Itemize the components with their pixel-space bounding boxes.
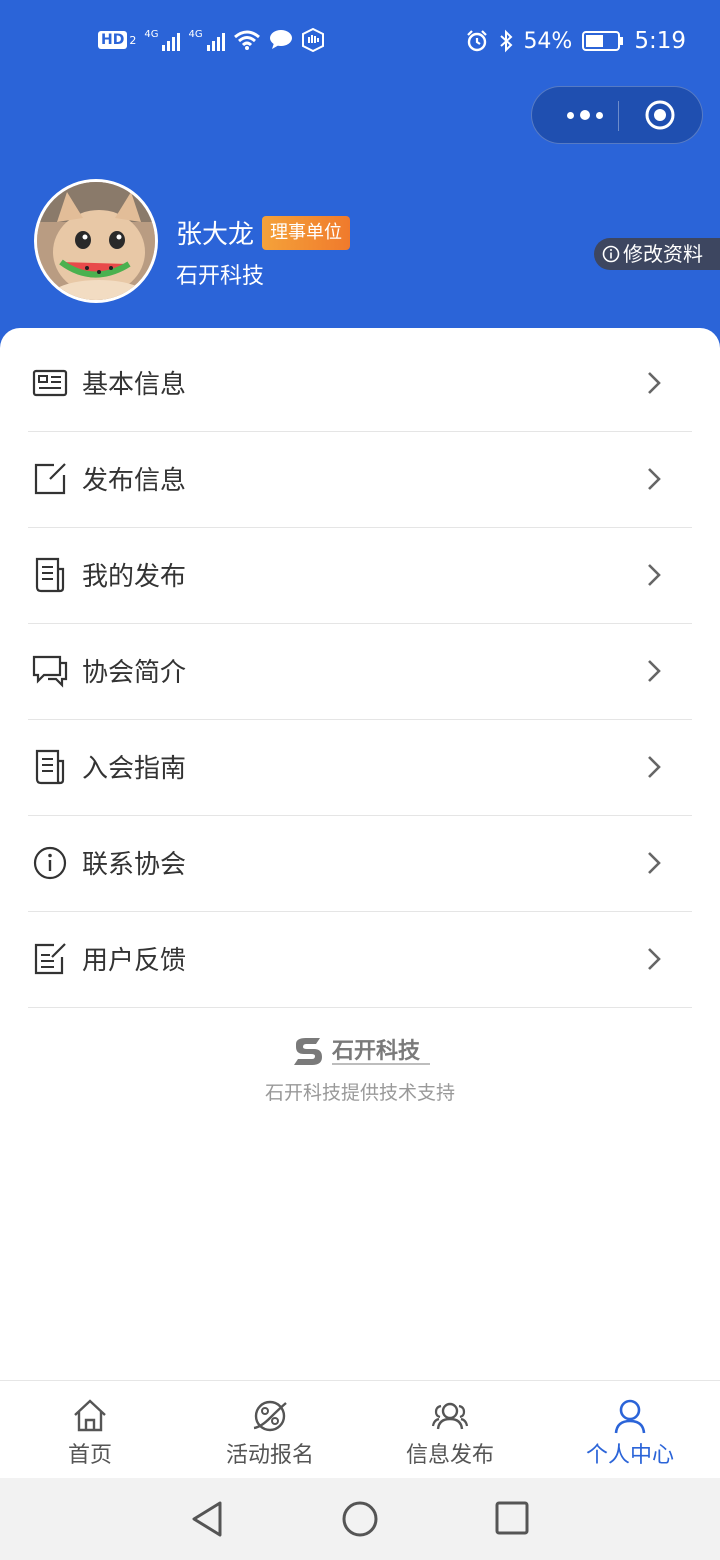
tab-label: 首页: [67, 1443, 112, 1468]
capsule-divider: [618, 101, 619, 131]
status-right: 54% 5:19: [465, 28, 686, 54]
tech-support-text: 石开科技提供技术支持: [264, 1082, 455, 1104]
menu-item-publish-info[interactable]: 发布信息: [28, 432, 692, 528]
avatar[interactable]: [34, 179, 158, 303]
status-bar: HD 2 4G 4G 54% 5:19: [0, 0, 720, 88]
chevron-right-icon: [648, 468, 661, 490]
hd-sub: 2: [129, 33, 137, 47]
menu-item-label: 我的发布: [82, 562, 187, 592]
close-miniprogram-icon[interactable]: [644, 99, 676, 131]
menu-item-label: 联系协会: [82, 850, 187, 880]
menu-item-basic-info[interactable]: 基本信息: [28, 336, 692, 432]
menu-item-label: 协会简介: [82, 658, 187, 688]
chevron-right-icon: [648, 372, 661, 394]
home-icon: [74, 1399, 106, 1432]
chevron-right-icon: [648, 948, 661, 970]
menu-item-label: 发布信息: [82, 466, 187, 496]
menu-list: 基本信息 发布信息 我的发布 协会简介 入会指南 联系协会 用户反馈: [28, 336, 692, 1008]
message-icon: [269, 30, 292, 49]
tab-home[interactable]: 首页: [0, 1381, 180, 1479]
edit-profile-label: 修改资料: [623, 242, 703, 266]
tab-events[interactable]: 活动报名: [180, 1381, 360, 1479]
alarm-icon: [467, 30, 488, 52]
status-left: HD 2 4G 4G: [98, 28, 325, 52]
chevron-right-icon: [648, 564, 661, 586]
signal-2-icon: 4G: [188, 29, 225, 51]
menu-item-join-guide[interactable]: 入会指南: [28, 720, 692, 816]
chevron-right-icon: [648, 660, 661, 682]
edit-icon: [34, 463, 66, 495]
menu-item-label: 用户反馈: [82, 946, 187, 976]
info-icon: [602, 245, 620, 263]
chevron-right-icon: [648, 852, 661, 874]
tab-label: 个人中心: [585, 1443, 674, 1468]
menu-item-contact[interactable]: 联系协会: [28, 816, 692, 912]
menu-item-label: 入会指南: [82, 754, 187, 784]
home-nav-icon[interactable]: [341, 1500, 379, 1538]
bluetooth-icon: [500, 29, 513, 53]
svg-text:石开科技: 石开科技: [331, 1039, 421, 1064]
document-icon: [35, 749, 65, 785]
recents-icon[interactable]: [495, 1501, 529, 1535]
edit-profile-button[interactable]: 修改资料: [594, 238, 720, 270]
planet-icon: [253, 1400, 287, 1432]
signal-1-icon: 4G: [144, 29, 181, 51]
menu-item-label: 基本信息: [82, 370, 187, 400]
battery-percent: 54%: [523, 28, 573, 54]
tab-publish[interactable]: 信息发布: [360, 1381, 540, 1479]
feedback-icon: [34, 943, 66, 975]
tab-label: 信息发布: [405, 1443, 494, 1468]
user-name: 张大龙: [176, 220, 255, 250]
tab-label: 活动报名: [225, 1443, 314, 1468]
wifi-icon: [233, 30, 260, 50]
document-icon: [35, 557, 65, 593]
more-menu-icon[interactable]: [554, 87, 616, 143]
menu-item-my-posts[interactable]: 我的发布: [28, 528, 692, 624]
clock: 5:19: [634, 28, 686, 54]
shikai-logo: 石开科技: [294, 1038, 430, 1065]
hd-badge: HD: [98, 31, 128, 49]
tab-profile[interactable]: 个人中心: [540, 1381, 720, 1479]
back-icon[interactable]: [190, 1500, 224, 1538]
tab-bar: 首页 活动报名 信息发布 个人中心: [0, 1380, 720, 1479]
chat-bubbles-icon: [32, 655, 68, 688]
user-company: 石开科技: [176, 264, 265, 289]
system-nav-bar: [0, 1478, 720, 1560]
hand-icon: [301, 28, 324, 52]
info-icon: [33, 846, 67, 880]
menu-item-feedback[interactable]: 用户反馈: [28, 912, 692, 1008]
user-icon: [614, 1399, 646, 1434]
role-badge: 理事单位: [262, 216, 350, 250]
menu-item-association-intro[interactable]: 协会简介: [28, 624, 692, 720]
chevron-right-icon: [648, 756, 661, 778]
miniprogram-capsule: [531, 86, 703, 144]
id-card-icon: [32, 369, 68, 397]
battery-icon: [582, 31, 624, 51]
users-icon: [431, 1402, 469, 1430]
